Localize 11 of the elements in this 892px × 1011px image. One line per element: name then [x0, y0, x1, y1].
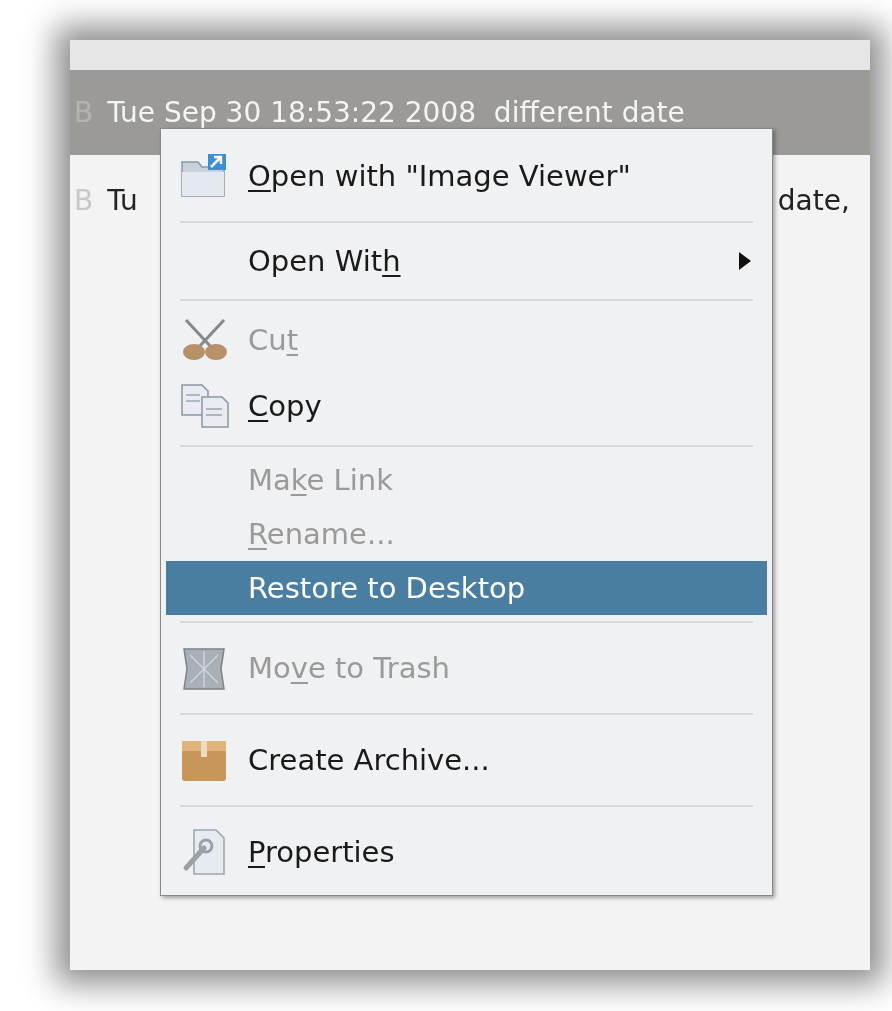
menu-item[interactable]: Properties: [166, 813, 767, 891]
scissors-icon: [180, 318, 230, 362]
menu-item[interactable]: Open With: [166, 229, 767, 293]
trash-icon: [180, 645, 228, 691]
copy-icon: [180, 383, 230, 429]
date-cell: Tu: [107, 183, 138, 217]
menu-item[interactable]: Create Archive...: [166, 721, 767, 799]
date-cell: Tue Sep 30 18:53:22 2008 different date: [107, 96, 685, 129]
date-cell: date,: [777, 183, 850, 217]
menu-item[interactable]: Copy: [166, 373, 767, 439]
menu-item[interactable]: Restore to Desktop: [166, 561, 767, 615]
